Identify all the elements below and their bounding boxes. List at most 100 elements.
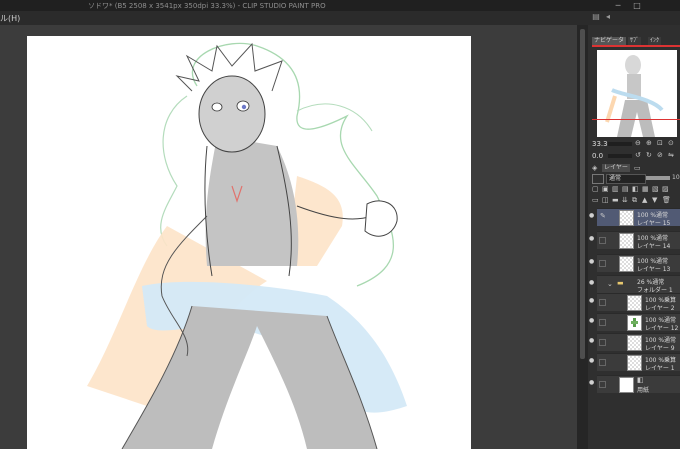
maximize-button[interactable]: □ xyxy=(630,0,644,11)
lock-icon[interactable] xyxy=(599,260,606,267)
layer-row[interactable]: ● 100 %通常 レイヤー 9 xyxy=(589,333,680,352)
zoom-out-icon[interactable]: ⊖ xyxy=(635,139,641,147)
eye-icon[interactable]: ● xyxy=(589,318,595,324)
paper-thumbnail xyxy=(619,377,634,393)
paper-color-icon: ◧ xyxy=(637,376,644,384)
eye-icon[interactable]: ● xyxy=(589,236,595,242)
layer-thumbnail xyxy=(619,256,634,272)
navigator-frame-bottom xyxy=(592,119,680,120)
window-title: ソドワ* (B5 2508 x 3541px 350dpi 33.3%) - C… xyxy=(88,2,326,10)
opacity-slider-fill xyxy=(646,176,670,180)
layer-name: 用紙 xyxy=(637,387,650,394)
ruler-icon[interactable]: ▧ xyxy=(652,185,659,193)
blend-mode-value: 通常 xyxy=(609,175,622,182)
menu-help[interactable]: ル(H) xyxy=(0,13,20,24)
pen-icon: ✎ xyxy=(600,212,606,220)
panel-toggle-icon[interactable]: ▤ xyxy=(590,12,602,23)
layer-property-icon[interactable]: ◈ xyxy=(592,164,597,172)
lock-icon[interactable] xyxy=(599,299,606,306)
artwork-sketch xyxy=(87,42,407,449)
scrollbar-thumb[interactable] xyxy=(580,29,585,359)
layer-thumbnail xyxy=(627,355,642,371)
layer-thumbnail xyxy=(619,210,634,226)
layer-row[interactable]: ● 100 %通常 レイヤー 14 xyxy=(589,231,680,250)
clip-icon[interactable]: ▢ xyxy=(592,185,599,193)
rotate-slider[interactable] xyxy=(608,154,632,158)
tab-extra-icon[interactable]: ▭ xyxy=(634,164,641,172)
move-up-icon[interactable]: ▲ xyxy=(642,196,647,204)
blend-mode-select[interactable]: 通常 xyxy=(606,174,646,184)
navigator-frame-top xyxy=(592,45,680,47)
duplicate-icon[interactable]: ⧉ xyxy=(632,196,637,205)
folder-icon: ▬ xyxy=(617,279,624,287)
draft-icon[interactable]: ▦ xyxy=(642,185,649,193)
zoom-value[interactable]: 33.3 xyxy=(592,140,608,148)
minimize-button[interactable]: ─ xyxy=(611,0,625,11)
layer-name: レイヤー 2 xyxy=(645,305,675,312)
tab-sub-view[interactable]: ｻﾌﾞ xyxy=(628,37,642,45)
lock-transparency-icon[interactable]: ▥ xyxy=(612,185,619,193)
layer-name: レイヤー 12 xyxy=(645,325,679,332)
layer-color-swatch[interactable] xyxy=(592,174,604,184)
layer-row[interactable]: ● ✎ 100 %通常 レイヤー 15 xyxy=(589,208,680,227)
chevron-down-icon[interactable]: ⌄ xyxy=(607,280,613,288)
flip-icon[interactable]: ⇋ xyxy=(668,151,674,159)
layer-thumbnail xyxy=(627,335,642,351)
panel-collapse-icon[interactable]: ◂ xyxy=(602,12,614,23)
eye-icon[interactable]: ● xyxy=(589,298,595,304)
opacity-slider[interactable] xyxy=(646,176,670,180)
canvas-area[interactable] xyxy=(0,25,577,449)
vertical-scrollbar[interactable] xyxy=(577,25,588,449)
layer-row[interactable]: ● 100 %乗算 レイヤー 2 xyxy=(589,293,680,312)
paper-row[interactable]: ● ◧ 用紙 xyxy=(589,375,680,394)
layer-row[interactable]: ● 100 %乗算 レイヤー 1 xyxy=(589,353,680,372)
reference-icon[interactable]: ▣ xyxy=(602,185,609,193)
right-panel: ナビゲータ ｻﾌﾞ ｲﾝｸ 33.3 ⊖ ⊕ ⊡ ⊙ 0.0 ↺ ↻ ⊘ ⇋ ◈… xyxy=(588,25,680,449)
lock-icon[interactable] xyxy=(599,237,606,244)
lock-icon[interactable] xyxy=(599,339,606,346)
layer-name: レイヤー 1 xyxy=(645,365,675,372)
mask-icon[interactable]: ◧ xyxy=(632,185,639,193)
eye-icon[interactable]: ● xyxy=(589,338,595,344)
lock-icon[interactable] xyxy=(599,319,606,326)
folder-row[interactable]: ● ⌄ ▬ 26 %通常 フォルダー 1 xyxy=(589,275,680,294)
layer-thumbnail xyxy=(627,295,642,311)
navigator-preview[interactable] xyxy=(597,50,677,137)
new-vector-layer-icon[interactable]: ◫ xyxy=(602,196,609,204)
new-raster-layer-icon[interactable]: ▭ xyxy=(592,196,599,204)
layer-name: レイヤー 14 xyxy=(637,243,671,250)
rotate-left-icon[interactable]: ↺ xyxy=(635,151,641,159)
layer-row[interactable]: ● 100 %通常 レイヤー 13 xyxy=(589,254,680,273)
lock-icon[interactable] xyxy=(599,359,606,366)
angle-value[interactable]: 0.0 xyxy=(592,152,603,160)
zoom-slider[interactable] xyxy=(608,142,632,146)
rotate-reset-icon[interactable]: ⊘ xyxy=(657,151,663,159)
zoom-fit-icon[interactable]: ⊡ xyxy=(657,139,663,147)
eye-icon[interactable]: ● xyxy=(589,280,595,286)
layer-menu-icon[interactable]: ▨ xyxy=(662,185,669,193)
move-down-icon[interactable]: ▼ xyxy=(652,196,657,204)
eye-icon[interactable]: ● xyxy=(589,213,595,219)
eye-icon[interactable]: ● xyxy=(589,380,595,386)
merge-down-icon[interactable]: ⇊ xyxy=(622,196,628,204)
zoom-reset-icon[interactable]: ⊙ xyxy=(668,139,674,147)
lock-layer-icon[interactable]: ▤ xyxy=(622,185,629,193)
zoom-in-icon[interactable]: ⊕ xyxy=(646,139,652,147)
opacity-value[interactable]: 100 xyxy=(672,174,680,181)
tab-layer[interactable]: レイヤー xyxy=(602,164,630,172)
layer-name: レイヤー 13 xyxy=(637,266,671,273)
lock-icon[interactable] xyxy=(599,381,606,388)
new-folder-icon[interactable]: ▬ xyxy=(612,196,619,204)
rotate-right-icon[interactable]: ↻ xyxy=(646,151,652,159)
eye-icon[interactable]: ● xyxy=(589,259,595,265)
layer-name: レイヤー 9 xyxy=(645,345,675,352)
tab-navigator[interactable]: ナビゲータ xyxy=(592,37,627,45)
layer-thumbnail xyxy=(619,233,634,249)
layer-name: レイヤー 15 xyxy=(637,220,671,227)
tab-ink[interactable]: ｲﾝｸ xyxy=(648,37,662,45)
delete-layer-icon[interactable]: 🗑 xyxy=(662,196,671,204)
layer-thumbnail xyxy=(627,315,642,331)
layer-row[interactable]: ● 100 %通常 レイヤー 12 xyxy=(589,313,680,332)
eye-icon[interactable]: ● xyxy=(589,358,595,364)
drawing-canvas[interactable] xyxy=(27,36,471,449)
